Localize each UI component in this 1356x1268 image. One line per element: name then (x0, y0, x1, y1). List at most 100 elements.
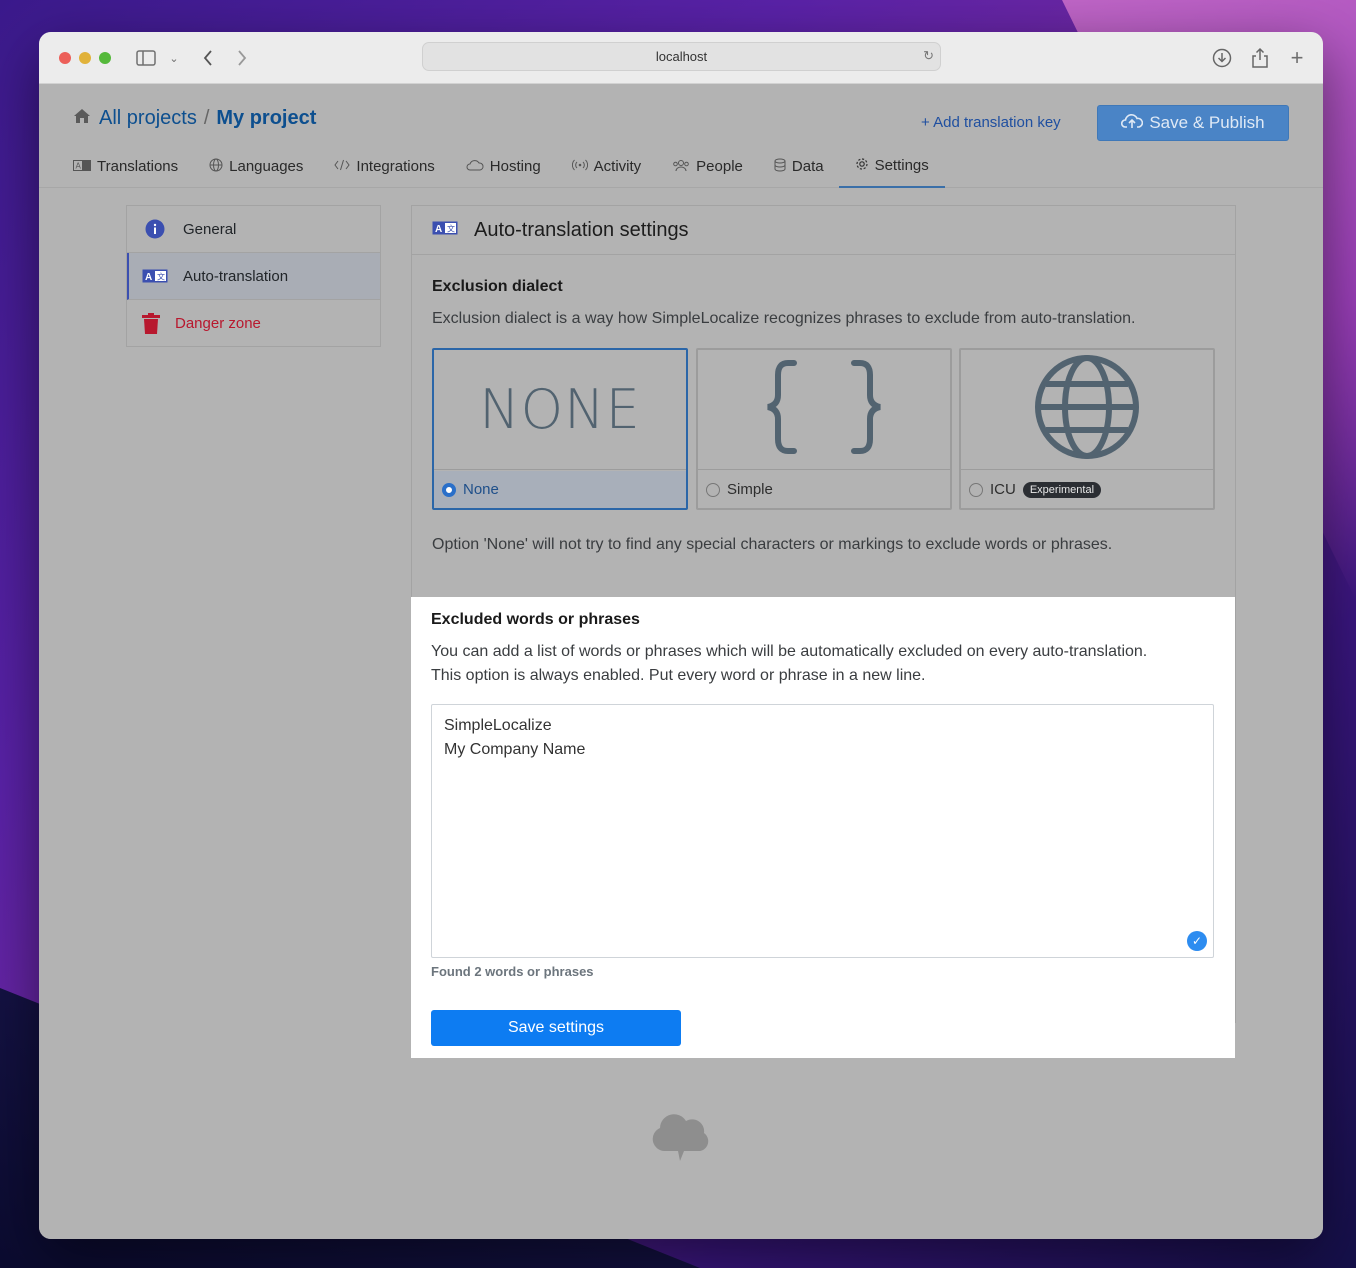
experimental-badge: Experimental (1022, 481, 1102, 498)
sidebar-item-label: Auto-translation (183, 267, 289, 285)
icu-option-image (961, 350, 1213, 470)
globe-icon (209, 158, 223, 175)
save-publish-label: Save & Publish (1149, 113, 1265, 132)
sidebar-item-label: General (183, 220, 237, 238)
excluded-description-2: This option is always enabled. Put every… (431, 667, 926, 684)
project-header: All projects / My project + Add translat… (39, 85, 1323, 188)
tab-data[interactable]: Data (774, 145, 838, 188)
tab-label: Hosting (489, 158, 541, 175)
tab-translations[interactable]: A Translations (73, 145, 192, 188)
logo-cloud-icon (650, 1111, 712, 1168)
translate-icon: A文 (127, 269, 183, 283)
add-translation-key-link[interactable]: + Add translation key (921, 114, 1061, 131)
downloads-icon[interactable] (1211, 46, 1233, 70)
share-icon[interactable] (1249, 46, 1271, 70)
none-option-image: NONE (434, 350, 686, 470)
cloud-upload-icon (1121, 113, 1144, 134)
sidebar-item-auto-translation[interactable]: A文 Auto-translation (127, 253, 380, 300)
project-tabs: A Translations Languages Integrations Ho… (73, 145, 945, 188)
curly-braces-icon (764, 359, 884, 460)
database-icon (774, 158, 786, 175)
excluded-description-1: You can add a list of words or phrases w… (431, 643, 1148, 660)
tab-label: People (696, 158, 743, 175)
radio-none[interactable] (442, 482, 456, 497)
dialect-description: Exclusion dialect is a way how SimpleLoc… (432, 310, 1136, 327)
option-label: ICU (990, 481, 1016, 498)
trash-icon (127, 313, 175, 334)
dialect-option-icu[interactable]: ICU Experimental (959, 348, 1215, 510)
translate-icon: A (73, 159, 91, 174)
breadcrumb-separator: / (203, 107, 210, 129)
simple-option-image (698, 350, 950, 470)
sidebar-item-label: Danger zone (175, 315, 261, 332)
svg-text:A: A (145, 272, 152, 283)
url-text: localhost (655, 49, 708, 64)
tab-hosting[interactable]: Hosting (466, 145, 555, 188)
app: All projects / My project + Add translat… (39, 85, 1323, 1239)
tab-integrations[interactable]: Integrations (334, 145, 448, 188)
tab-people[interactable]: People (672, 145, 757, 188)
tab-languages[interactable]: Languages (209, 145, 317, 188)
new-tab-icon[interactable]: + (1286, 45, 1308, 70)
textarea-line: SimpleLocalize (444, 717, 552, 734)
sidebar-toggle-icon[interactable] (135, 46, 157, 70)
chevron-down-icon[interactable]: ⌄ (167, 46, 181, 70)
none-option-footer: None (434, 471, 686, 508)
tab-settings[interactable]: Settings (838, 145, 945, 188)
dialect-option-simple[interactable]: Simple (696, 348, 952, 510)
none-image-text: NONE (479, 378, 641, 441)
forward-icon[interactable] (233, 46, 251, 70)
tab-label: Settings (874, 157, 929, 174)
browser-toolbar: ⌄ localhost ↻ + (39, 32, 1323, 84)
option-label: None (463, 481, 499, 498)
settings-content: General A文 Auto-translation Danger zone … (39, 189, 1323, 1239)
cloud-icon (466, 159, 484, 174)
found-count: Found 2 words or phrases (431, 964, 594, 979)
gear-icon (855, 157, 869, 174)
people-icon (672, 159, 690, 175)
simple-option-footer: Simple (698, 471, 950, 508)
zoom-window-button[interactable] (99, 52, 111, 64)
dialect-option-none[interactable]: NONE None (432, 348, 688, 510)
home-icon[interactable] (73, 108, 91, 129)
icu-option-footer: ICU Experimental (961, 471, 1213, 508)
radio-simple[interactable] (706, 482, 720, 497)
address-bar[interactable]: localhost ↻ (422, 42, 941, 71)
svg-text:文: 文 (447, 223, 455, 233)
tab-activity[interactable]: Activity (571, 145, 656, 188)
excluded-words-textarea[interactable]: SimpleLocalize My Company Name ✓ (431, 704, 1214, 958)
option-note: Option 'None' will not try to find any s… (432, 536, 1113, 553)
svg-text:A: A (435, 224, 442, 235)
breadcrumb: All projects / My project (73, 107, 316, 130)
minimize-window-button[interactable] (79, 52, 91, 64)
panel-title: Auto-translation settings (474, 218, 689, 241)
sidebar-item-danger-zone[interactable]: Danger zone (127, 300, 380, 347)
browser-window: ⌄ localhost ↻ + All projects / My projec… (39, 32, 1323, 1239)
tab-label: Data (791, 158, 824, 175)
excluded-heading: Excluded words or phrases (431, 611, 640, 628)
reload-icon[interactable]: ↻ (923, 48, 934, 64)
tab-label: Activity (593, 158, 642, 175)
tab-label: Integrations (356, 158, 435, 175)
sidebar-item-general[interactable]: General (127, 206, 380, 253)
textarea-line: My Company Name (444, 741, 586, 758)
broadcast-icon (571, 159, 588, 174)
panel-header: A文 Auto-translation settings (412, 206, 1235, 255)
back-icon[interactable] (199, 46, 217, 70)
translate-icon: A文 (432, 221, 458, 240)
save-settings-button[interactable]: Save settings (431, 1010, 681, 1046)
dialect-heading: Exclusion dialect (432, 278, 563, 295)
globe-icon (1034, 354, 1140, 465)
tab-label: Languages (229, 158, 304, 175)
option-label: Simple (727, 481, 773, 498)
breadcrumb-project[interactable]: My project (216, 107, 316, 130)
svg-text:A: A (76, 161, 82, 170)
radio-icu[interactable] (969, 482, 983, 497)
save-publish-button[interactable]: Save & Publish (1097, 105, 1289, 141)
close-window-button[interactable] (59, 52, 71, 64)
svg-text:文: 文 (157, 272, 165, 282)
breadcrumb-all-projects[interactable]: All projects (99, 107, 197, 130)
excluded-words-section: Excluded words or phrases You can add a … (411, 597, 1235, 1058)
code-icon (334, 159, 351, 174)
check-icon: ✓ (1187, 931, 1207, 951)
